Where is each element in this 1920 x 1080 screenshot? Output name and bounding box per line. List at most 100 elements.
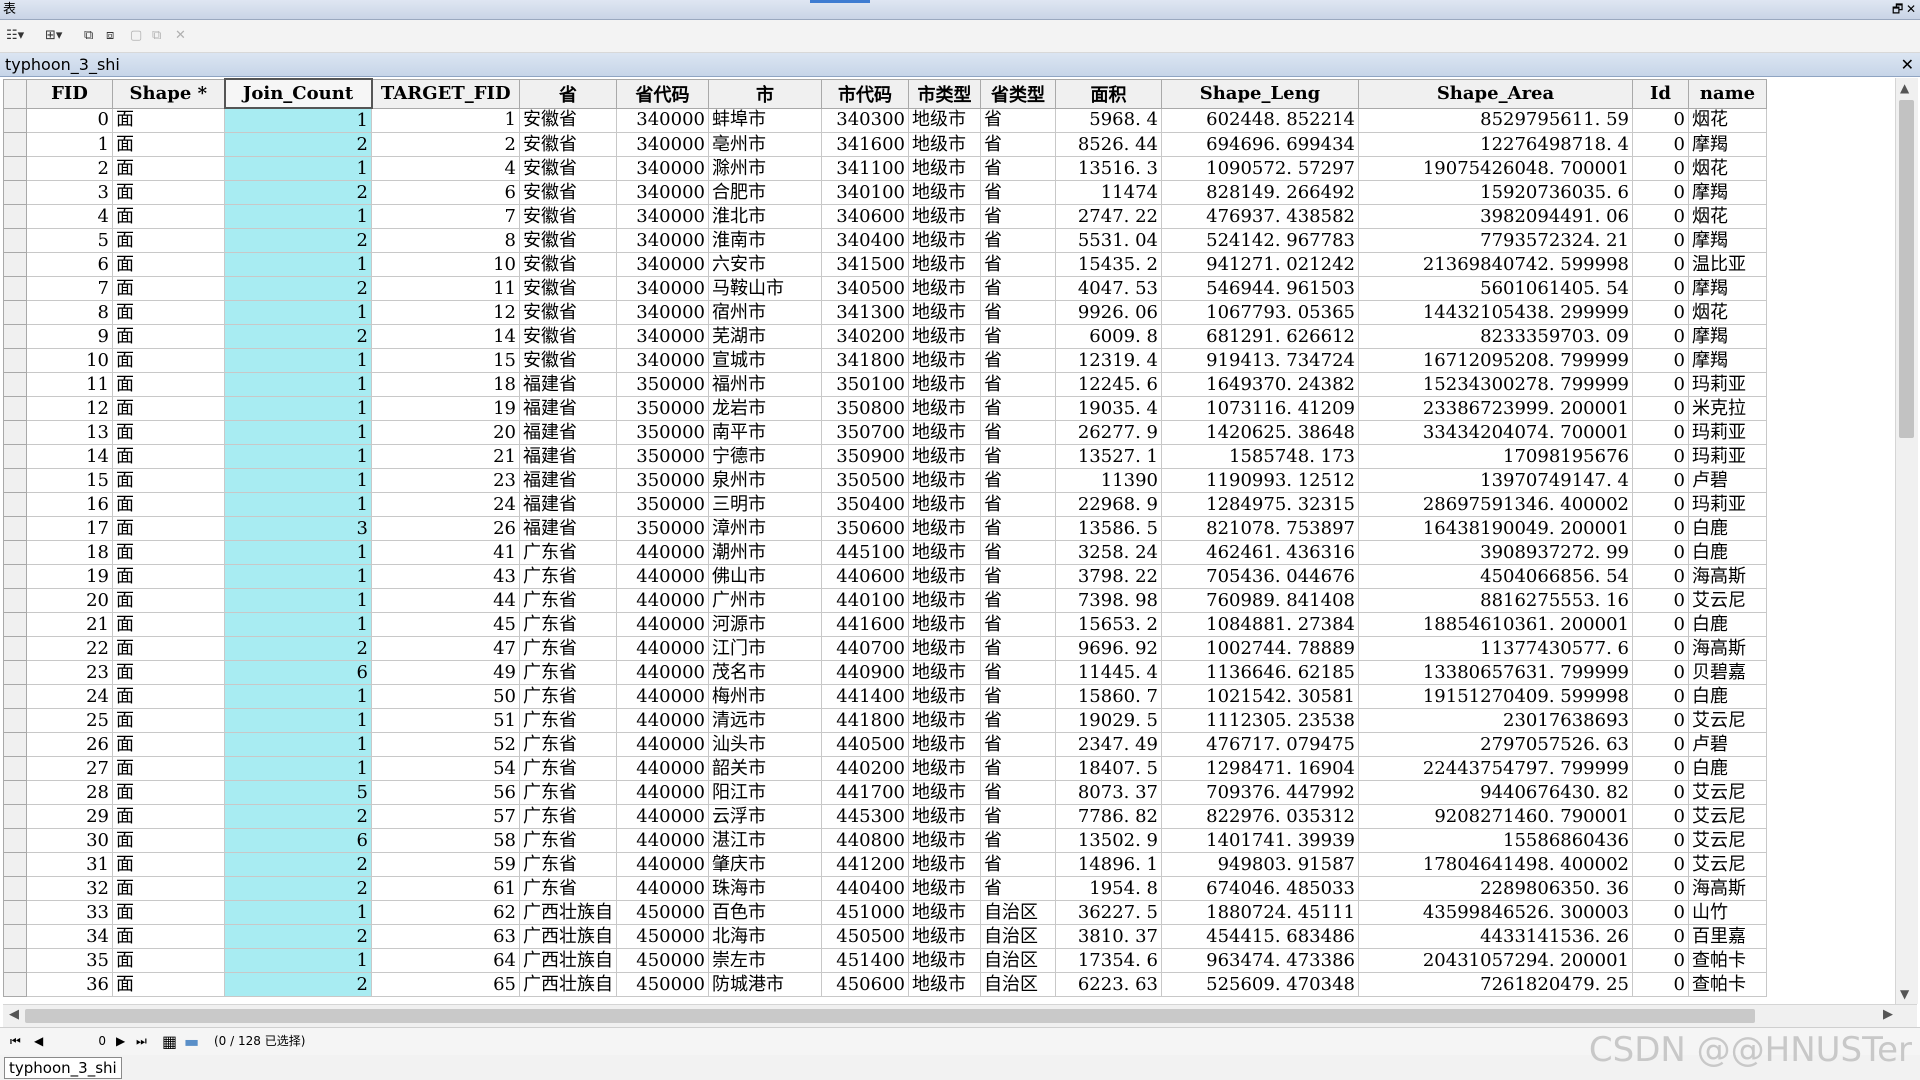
table-cell[interactable]: 0	[1632, 540, 1689, 565]
table-cell[interactable]: 0	[1632, 948, 1689, 973]
table-cell[interactable]: 28697591346. 400002	[1358, 492, 1633, 517]
table-cell[interactable]: 450000	[616, 948, 709, 973]
table-cell[interactable]: 454415. 683486	[1161, 924, 1359, 949]
table-cell[interactable]: 玛莉亚	[1688, 492, 1767, 517]
table-cell[interactable]: 19035. 4	[1055, 396, 1162, 421]
table-cell[interactable]: 安徽省	[519, 204, 617, 229]
table-row[interactable]: 0 面 1 1 安徽省 340000 蚌埠市 340300 地级市省 5968. 4 602448.…	[3, 107, 1767, 133]
table-cell[interactable]: 面	[112, 348, 225, 373]
table-row[interactable]: 29 面 2 57 广东省 440000 云浮市 445300 地级市省 7786. 82 8229…	[3, 804, 1767, 829]
table-cell[interactable]: 821078. 753897	[1161, 516, 1359, 541]
table-cell[interactable]: 18854610361. 200001	[1358, 612, 1633, 637]
table-cell[interactable]: 19	[26, 564, 113, 589]
column-header[interactable]: name	[1688, 78, 1767, 109]
table-cell[interactable]: 广东省	[519, 804, 617, 829]
table-cell[interactable]: 1	[224, 564, 372, 589]
table-cell[interactable]: 22443754797. 799999	[1358, 756, 1633, 781]
table-cell[interactable]: 1649370. 24382	[1161, 372, 1359, 397]
table-cell[interactable]: 0	[1632, 276, 1689, 301]
table-cell[interactable]: 三明市	[708, 492, 822, 517]
table-cell[interactable]: 33	[26, 900, 113, 925]
table-cell[interactable]: 地级市	[908, 756, 981, 781]
table-cell[interactable]: 1073116. 41209	[1161, 396, 1359, 421]
row-selector[interactable]	[3, 180, 27, 205]
row-selector[interactable]	[3, 972, 27, 997]
table-cell[interactable]: 地级市	[908, 708, 981, 733]
table-cell[interactable]: 白鹿	[1688, 516, 1767, 541]
table-cell[interactable]: 0	[1632, 348, 1689, 373]
table-cell[interactable]: 摩羯	[1688, 228, 1767, 253]
table-cell[interactable]: 广东省	[519, 756, 617, 781]
table-cell[interactable]: 4	[371, 156, 520, 181]
column-header-selected[interactable]: Join_Count	[223, 78, 373, 109]
show-all-records-icon[interactable]: ▦	[162, 1028, 177, 1055]
scroll-up-icon[interactable]: ▲	[1900, 81, 1909, 95]
table-cell[interactable]: 828149. 266492	[1161, 180, 1359, 205]
table-cell[interactable]: 760989. 841408	[1161, 588, 1359, 613]
table-cell[interactable]: 941271. 021242	[1161, 252, 1359, 277]
table-row[interactable]: 18 面 1 41 广东省 440000 潮州市 445100 地级市省 3258. 24 4624…	[3, 540, 1767, 565]
table-cell[interactable]: 合肥市	[708, 180, 822, 205]
row-selector[interactable]	[3, 372, 27, 397]
row-selector[interactable]	[3, 924, 27, 949]
table-cell[interactable]: 6	[224, 660, 372, 685]
table-cell[interactable]: 919413. 734724	[1161, 348, 1359, 373]
table-cell[interactable]: 7398. 98	[1055, 588, 1162, 613]
table-cell[interactable]: 8816275553. 16	[1358, 588, 1633, 613]
table-cell[interactable]: 福建省	[519, 444, 617, 469]
table-cell[interactable]: 19	[371, 396, 520, 421]
table-cell[interactable]: 3798. 22	[1055, 564, 1162, 589]
table-cell[interactable]: 2	[224, 924, 372, 949]
table-cell[interactable]: 450000	[616, 924, 709, 949]
table-row[interactable]: 32 面 2 61 广东省 440000 珠海市 440400 地级市省 1954. 8 67404…	[3, 876, 1767, 901]
table-cell[interactable]: 56	[371, 780, 520, 805]
table-row[interactable]: 2 面 1 4 安徽省 340000 滁州市 341100 地级市省 13516. 3 109057…	[3, 156, 1767, 181]
table-cell[interactable]: 440000	[616, 540, 709, 565]
row-selector[interactable]	[3, 420, 27, 445]
table-cell[interactable]: 476937. 438582	[1161, 204, 1359, 229]
table-cell[interactable]: 0	[1632, 708, 1689, 733]
table-cell[interactable]: 省	[980, 684, 1056, 709]
table-cell[interactable]: 安徽省	[519, 132, 617, 157]
table-cell[interactable]: 蚌埠市	[708, 107, 822, 133]
last-record-icon[interactable]: ⏭	[136, 1028, 147, 1055]
table-cell[interactable]: 芜湖市	[708, 324, 822, 349]
table-cell[interactable]: 440000	[616, 660, 709, 685]
row-selector[interactable]	[3, 852, 27, 877]
table-cell[interactable]: 12245. 6	[1055, 372, 1162, 397]
table-cell[interactable]: 7	[371, 204, 520, 229]
table-cell[interactable]: 广东省	[519, 828, 617, 853]
table-cell[interactable]: 15653. 2	[1055, 612, 1162, 637]
table-cell[interactable]: 摩羯	[1688, 324, 1767, 349]
table-cell[interactable]: 面	[112, 876, 225, 901]
table-cell[interactable]: 1	[224, 300, 372, 325]
table-cell[interactable]: 梅州市	[708, 684, 822, 709]
table-cell[interactable]: 1	[224, 444, 372, 469]
table-cell[interactable]: 62	[371, 900, 520, 925]
table-cell[interactable]: 63	[371, 924, 520, 949]
table-cell[interactable]: 0	[1632, 444, 1689, 469]
row-selector[interactable]	[3, 348, 27, 373]
delete-selected-icon[interactable]: ✕	[175, 28, 186, 44]
table-cell[interactable]: 地级市	[908, 107, 981, 133]
table-row[interactable]: 3 面 2 6 安徽省 340000 合肥市 340100 地级市省 11474 828149. 2…	[3, 180, 1767, 205]
table-cell[interactable]: 1112305. 23538	[1161, 708, 1359, 733]
table-cell[interactable]: 705436. 044676	[1161, 564, 1359, 589]
table-cell[interactable]: 440000	[616, 564, 709, 589]
table-cell[interactable]: 0	[1632, 420, 1689, 445]
table-cell[interactable]: 0	[1632, 636, 1689, 661]
row-selector[interactable]	[3, 780, 27, 805]
table-cell[interactable]: 卢碧	[1688, 732, 1767, 757]
table-cell[interactable]: 省	[980, 372, 1056, 397]
table-cell[interactable]: 1	[224, 612, 372, 637]
row-selector[interactable]	[3, 107, 27, 133]
current-record-field[interactable]: 0	[50, 1028, 106, 1055]
table-cell[interactable]: 350000	[616, 516, 709, 541]
table-cell[interactable]: 省	[980, 348, 1056, 373]
row-selector[interactable]	[3, 300, 27, 325]
table-cell[interactable]: 面	[112, 540, 225, 565]
table-cell[interactable]: 602448. 852214	[1161, 107, 1359, 133]
table-cell[interactable]: 面	[112, 708, 225, 733]
table-cell[interactable]: 3258. 24	[1055, 540, 1162, 565]
column-header[interactable]: Shape *	[112, 78, 225, 109]
